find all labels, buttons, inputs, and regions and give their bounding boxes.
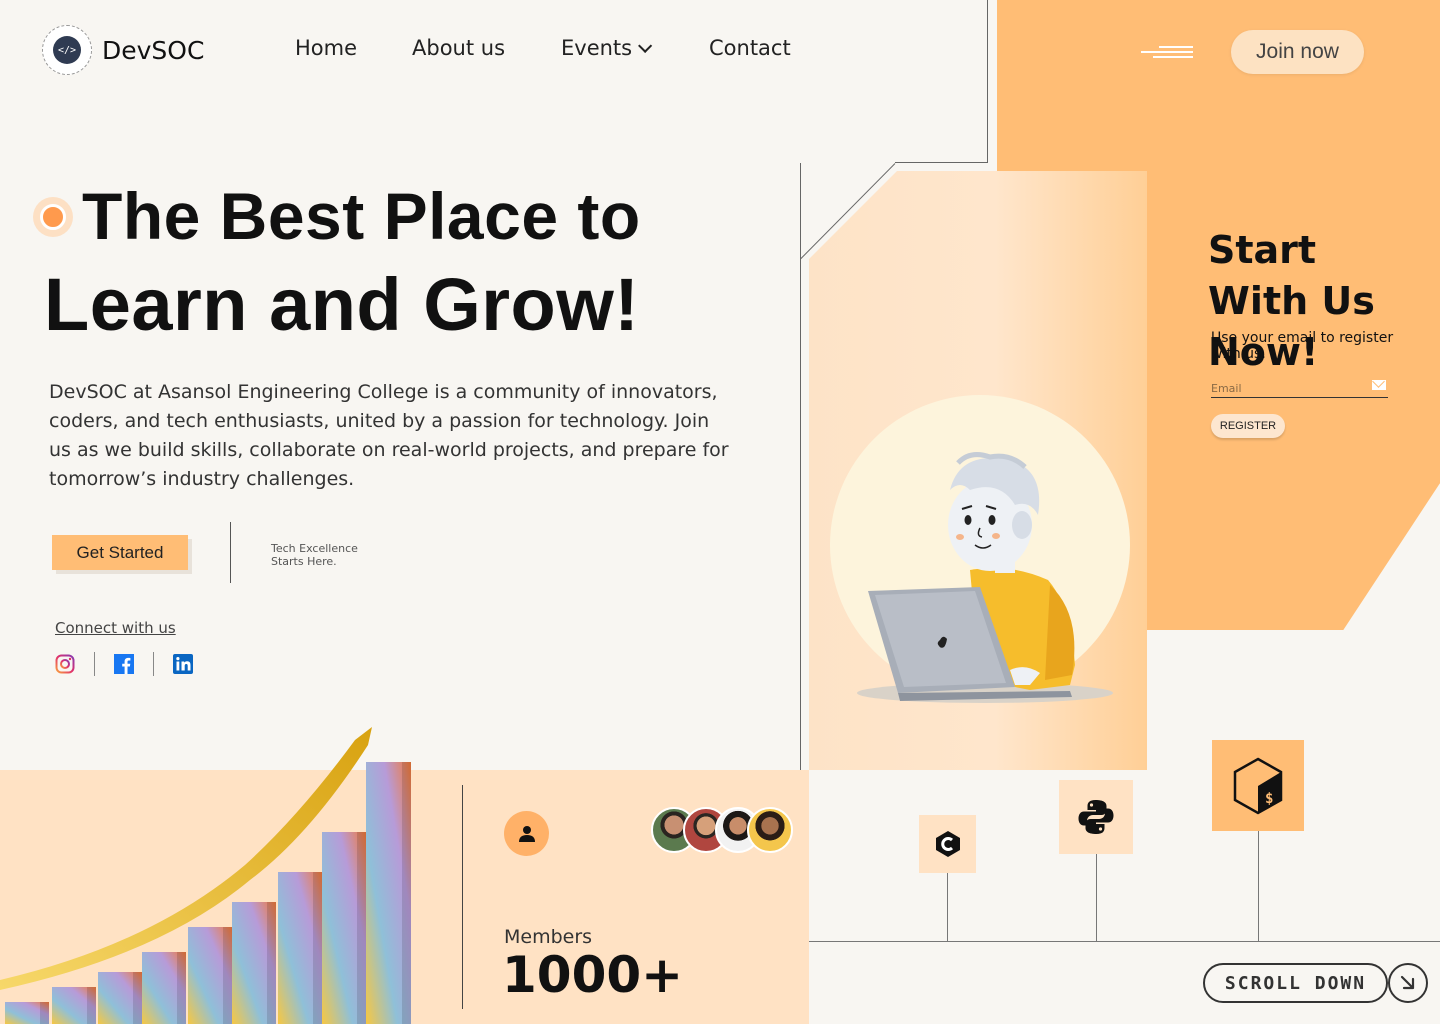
- nav-events-label: Events: [561, 36, 633, 60]
- divider: [153, 652, 154, 676]
- python-icon: [1059, 780, 1133, 854]
- instagram-icon[interactable]: [55, 654, 75, 674]
- connect-with-us-link[interactable]: Connect with us: [55, 619, 176, 637]
- get-started-button[interactable]: Get Started: [52, 535, 188, 570]
- divider: [230, 522, 231, 583]
- email-input[interactable]: [1211, 378, 1361, 399]
- frame-divider: [895, 162, 988, 163]
- linkedin-icon[interactable]: [173, 654, 193, 674]
- logo-badge-icon: </>: [42, 25, 92, 75]
- hero-title-line1: The Best Place to: [82, 179, 641, 253]
- chevron-down-icon: [638, 38, 653, 53]
- members-count: 1000+: [502, 946, 684, 1004]
- tagline: Tech Excellence Starts Here.: [271, 542, 358, 568]
- nav-home[interactable]: Home: [295, 36, 357, 60]
- frame-divider: [1096, 854, 1097, 941]
- bash-terminal-icon: $: [1212, 740, 1304, 831]
- hero-description: DevSOC at Asansol Engineering College is…: [49, 381, 729, 490]
- frame-divider: [1258, 831, 1259, 941]
- members-label: Members: [504, 926, 593, 948]
- nav-contact[interactable]: Contact: [709, 36, 791, 60]
- social-links: [55, 652, 193, 676]
- brand-name: DevSOC: [102, 35, 205, 65]
- accent-panel-top: [997, 0, 1440, 171]
- facebook-icon[interactable]: [114, 654, 134, 674]
- svg-text:$: $: [1265, 791, 1273, 807]
- developer-illustration: [830, 395, 1130, 703]
- bullet-dot-icon: [33, 197, 73, 237]
- email-field-wrapper: [1211, 377, 1388, 399]
- avatar: [747, 807, 793, 853]
- c-lang-icon: [919, 815, 976, 873]
- frame-divider: [947, 873, 948, 941]
- arrow-down-right-icon[interactable]: [1388, 963, 1428, 1003]
- nav-about[interactable]: About us: [412, 36, 505, 60]
- divider: [462, 785, 463, 1009]
- growth-chart-illustration: [0, 727, 411, 1024]
- frame-divider: [987, 0, 988, 163]
- mail-icon: [1372, 380, 1386, 390]
- scroll-down-button[interactable]: SCROLL DOWN: [1203, 963, 1388, 1003]
- frame-divider: [809, 941, 1440, 942]
- hero-title-line2: Learn and Grow!: [44, 263, 640, 346]
- divider: [94, 652, 95, 676]
- member-avatars: [651, 807, 793, 853]
- register-subtitle: Use your email to register with us.: [1211, 330, 1394, 362]
- join-now-button[interactable]: Join now: [1231, 30, 1364, 74]
- nav-events[interactable]: Events: [561, 36, 653, 60]
- register-button[interactable]: REGISTER: [1211, 414, 1285, 438]
- menu-icon[interactable]: [1141, 46, 1193, 58]
- brand-logo[interactable]: </> DevSOC: [42, 25, 204, 75]
- user-icon: [504, 811, 549, 856]
